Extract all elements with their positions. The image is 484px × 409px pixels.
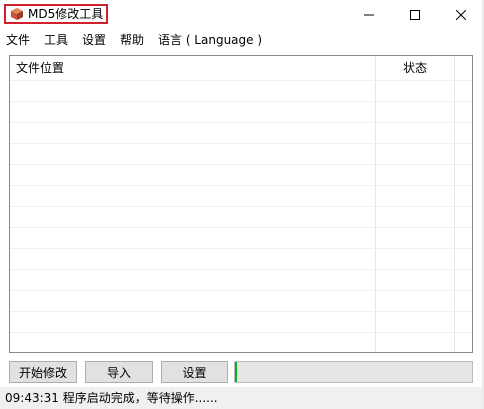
menu-item-file[interactable]: 文件 (6, 32, 30, 48)
row-gridline (10, 122, 472, 123)
close-button[interactable] (438, 0, 484, 30)
column-header-file-location[interactable]: 文件位置 (16, 56, 64, 80)
row-gridline (10, 80, 472, 81)
menu-bar: 文件 工具 设置 帮助 语言 ( Language ) (0, 30, 484, 50)
column-header-status[interactable]: 状态 (403, 56, 427, 80)
close-icon (456, 10, 466, 20)
row-gridline (10, 248, 472, 249)
row-gridline (10, 332, 472, 333)
status-text: 09:43:31 程序启动完成，等待操作...... (5, 391, 218, 405)
row-gridline (10, 143, 472, 144)
row-gridline (10, 269, 472, 270)
menu-item-settings[interactable]: 设置 (82, 32, 106, 48)
row-gridline (10, 206, 472, 207)
settings-button[interactable]: 设置 (161, 361, 228, 383)
menu-item-tools[interactable]: 工具 (44, 32, 68, 48)
row-gridline (10, 185, 472, 186)
title-bar: MD5修改工具 (0, 0, 484, 30)
status-bar: 09:43:31 程序启动完成，等待操作...... (0, 387, 484, 409)
maximize-button[interactable] (392, 0, 438, 30)
file-list[interactable]: 文件位置 状态 (9, 55, 473, 353)
maximize-icon (410, 10, 420, 20)
minimize-button[interactable] (346, 0, 392, 30)
progress-fill (235, 362, 237, 382)
start-modify-button[interactable]: 开始修改 (9, 361, 77, 383)
menu-item-help[interactable]: 帮助 (120, 32, 144, 48)
row-gridline (10, 290, 472, 291)
import-button[interactable]: 导入 (85, 361, 153, 383)
minimize-icon (364, 14, 374, 16)
app-icon (11, 8, 23, 20)
row-gridline (10, 227, 472, 228)
row-gridline (10, 311, 472, 312)
progress-bar (234, 361, 473, 383)
window-title: MD5修改工具 (28, 7, 104, 21)
row-gridline (10, 164, 472, 165)
list-header: 文件位置 状态 (10, 56, 472, 80)
menu-item-language[interactable]: 语言 ( Language ) (158, 32, 262, 48)
title-highlight: MD5修改工具 (4, 4, 108, 24)
row-gridline (10, 101, 472, 102)
